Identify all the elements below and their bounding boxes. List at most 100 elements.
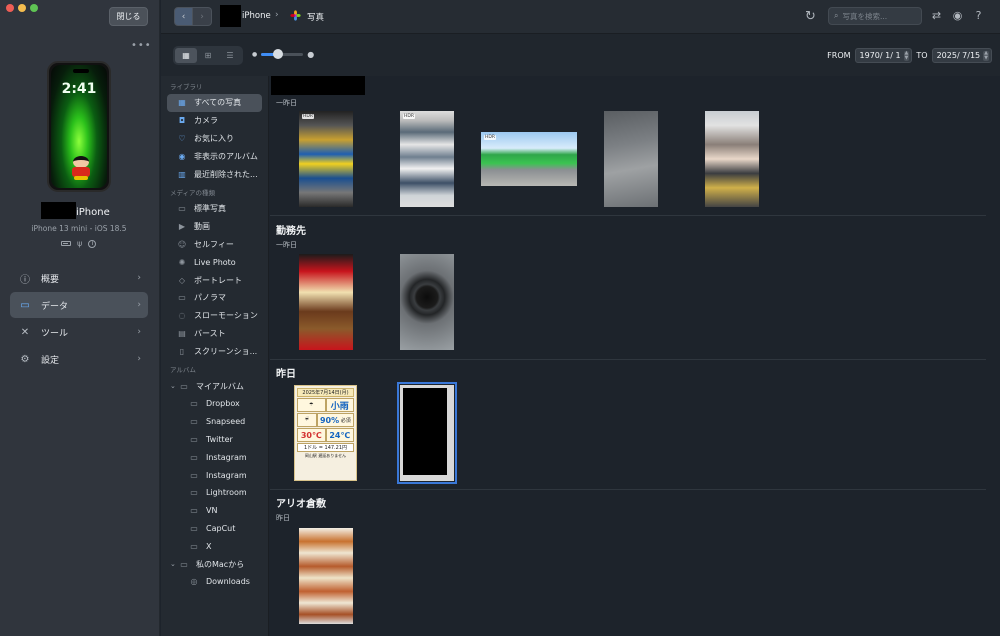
download-folder-icon: ◎ xyxy=(190,577,198,587)
transfer-icon[interactable]: ⇄ xyxy=(930,9,943,22)
album-item-instagram[interactable]: ▭ Instagram xyxy=(161,448,268,466)
photo-thumbnail[interactable] xyxy=(604,111,658,207)
zoom-slider[interactable] xyxy=(261,49,304,59)
photo-thumbnail[interactable]: HDR xyxy=(481,132,577,186)
album-item-capcut[interactable]: ▭ CapCut xyxy=(161,520,268,538)
media-item-slomo[interactable]: ◌ スローモーション xyxy=(161,307,268,325)
folder-icon: ▭ xyxy=(180,381,188,391)
minimize-window-button[interactable] xyxy=(18,4,26,12)
album-item-label: VN xyxy=(206,506,218,516)
library-item-hidden[interactable]: ◉ 非表示のアルバム xyxy=(161,147,268,165)
album-item-x[interactable]: ▭ X xyxy=(161,537,268,555)
nav-item-tools[interactable]: ✕ ツール › xyxy=(10,319,148,345)
album-item-twitter[interactable]: ▭ Twitter xyxy=(161,431,268,449)
library-item-recently-deleted[interactable]: ▥ 最近削除された... xyxy=(161,165,268,183)
media-item-live-photo[interactable]: ✺ Live Photo xyxy=(161,253,268,271)
album-group-my-albums[interactable]: ⌄ ▭ マイアルバム xyxy=(161,377,268,395)
zoom-window-button[interactable] xyxy=(30,4,38,12)
breadcrumb-device[interactable]: iPhone xyxy=(242,11,271,21)
photo-thumbnail[interactable] xyxy=(299,528,353,624)
zoom-slider-handle[interactable] xyxy=(273,49,284,59)
photo-thumbnail[interactable]: HDR xyxy=(299,111,353,207)
media-item-video[interactable]: ▶ 動画 xyxy=(161,218,268,236)
photo-thumbnail[interactable] xyxy=(299,254,353,350)
chevron-down-icon[interactable]: ⌄ xyxy=(170,560,176,568)
media-item-portrait[interactable]: ◇ ポートレート xyxy=(161,271,268,289)
live-photo-icon: ✺ xyxy=(178,257,186,267)
train-status: 岡山駅 遅延ありません xyxy=(304,453,347,458)
redacted-crumb xyxy=(220,5,241,27)
media-item-burst[interactable]: ▤ バースト xyxy=(161,325,268,343)
to-date-field[interactable]: 2025/ 7/15 ▲ ▼ xyxy=(931,48,992,63)
umbrella-icon: ☔ xyxy=(297,413,317,427)
album-item-label: Instagram xyxy=(206,452,247,462)
nav-item-settings[interactable]: ⚙ 設定 › xyxy=(10,346,148,372)
library-item-all-photos[interactable]: ▦ すべての写真 xyxy=(167,94,262,112)
cube-icon: ◇ xyxy=(178,275,186,285)
list-view-button[interactable]: ☰ xyxy=(219,48,241,63)
forward-button[interactable]: › xyxy=(193,7,212,26)
photo-thumbnail[interactable] xyxy=(705,111,759,207)
view-toolbar: ▦ ⊞ ☰ ● ● FROM 1970/ 1/ 1 ▲ ▼ TO 2025/ 7/… xyxy=(161,34,1000,76)
album-item-dropbox[interactable]: ▭ Dropbox xyxy=(161,395,268,413)
album-item-label: X xyxy=(206,541,212,551)
photo-thumbnail[interactable]: 2025年7月14日(月) ☂ 小雨 ☔ 90% 必須 30℃ 24℃ 1ドル … xyxy=(294,385,357,481)
to-date-stepper[interactable]: ▲ ▼ xyxy=(983,50,989,61)
account-icon[interactable]: ◉ xyxy=(951,9,964,22)
media-item-panorama[interactable]: ▭ パノラマ xyxy=(161,289,268,307)
grid-large-view-button[interactable]: ▦ xyxy=(175,48,197,63)
section-divider xyxy=(270,359,986,360)
media-item-standard[interactable]: ▭ 標準写真 xyxy=(161,200,268,218)
hdr-badge: HDR xyxy=(403,114,415,119)
chevron-right-icon: › xyxy=(137,354,141,364)
ellipsis-icon[interactable]: ••• xyxy=(131,40,152,51)
from-date-field[interactable]: 1970/ 1/ 1 ▲ ▼ xyxy=(854,48,913,63)
album-group-from-mac[interactable]: ⌄ ▭ 私のMacから xyxy=(161,555,268,573)
library-item-camera[interactable]: ◘ カメラ xyxy=(161,112,268,130)
media-item-label: スクリーンショ... xyxy=(194,346,258,356)
info-icon[interactable]: i xyxy=(88,239,97,248)
burst-icon: ▤ xyxy=(178,328,186,338)
section-title: 昨日 xyxy=(276,369,296,380)
album-item-instagram-2[interactable]: ▭ Instagram xyxy=(161,466,268,484)
close-button[interactable]: 閉じる xyxy=(109,7,148,26)
media-types-heading: メディアの種類 xyxy=(170,188,216,197)
library-sidebar: ライブラリ ▦ すべての写真 ◘ カメラ ♡ お気に入り ◉ 非表示のアルバム … xyxy=(161,76,269,636)
wallpaper-character xyxy=(70,156,92,180)
low-temp: 24℃ xyxy=(325,428,354,442)
media-item-label: 動画 xyxy=(194,222,210,232)
data-icon: ▭ xyxy=(20,299,30,311)
folder-icon: ▭ xyxy=(180,559,188,569)
chevron-down-icon[interactable]: ⌄ xyxy=(170,382,176,390)
media-item-label: スローモーション xyxy=(194,311,258,321)
album-item-snapseed[interactable]: ▭ Snapseed xyxy=(161,413,268,431)
help-icon[interactable]: ? xyxy=(972,9,985,22)
album-item-lightroom[interactable]: ▭ Lightroom xyxy=(161,484,268,502)
zoom-in-icon: ● xyxy=(307,50,315,59)
album-item-downloads[interactable]: ◎ Downloads xyxy=(161,573,268,591)
media-item-selfie[interactable]: ☺ セルフィー xyxy=(161,236,268,254)
close-window-button[interactable] xyxy=(6,4,14,12)
from-date-stepper[interactable]: ▲ ▼ xyxy=(903,50,910,61)
refresh-icon[interactable]: ↻ xyxy=(805,9,816,24)
zoom-control: ● ● xyxy=(252,49,315,59)
device-model: iPhone 13 mini - iOS 18.5 xyxy=(31,224,127,233)
photo-thumbnail-selected[interactable] xyxy=(397,382,457,484)
nav-item-overview[interactable]: ⓘ 概要 › xyxy=(10,265,148,291)
search-input[interactable] xyxy=(842,11,918,21)
date-range-filter: FROM 1970/ 1/ 1 ▲ ▼ TO 2025/ 7/15 ▲ ▼ xyxy=(827,48,992,63)
grid-small-view-button[interactable]: ⊞ xyxy=(197,48,219,63)
device-name: iPhone xyxy=(76,207,110,218)
media-item-screenshot[interactable]: ▯ スクリーンショ... xyxy=(161,342,268,360)
library-item-favorites[interactable]: ♡ お気に入り xyxy=(161,130,268,148)
section-divider xyxy=(270,215,986,216)
back-button[interactable]: ‹ xyxy=(174,7,193,26)
album-item-vn[interactable]: ▭ VN xyxy=(161,502,268,520)
photo-icon: ▭ xyxy=(178,204,186,214)
photo-thumbnail[interactable]: HDR xyxy=(400,111,454,207)
hdr-badge: HDR xyxy=(484,135,496,140)
photo-thumbnail[interactable] xyxy=(400,254,454,350)
nav-item-data[interactable]: ▭ データ › xyxy=(10,292,148,318)
search-field[interactable]: ⌕ xyxy=(828,7,922,25)
nav-item-label: データ xyxy=(41,301,69,312)
